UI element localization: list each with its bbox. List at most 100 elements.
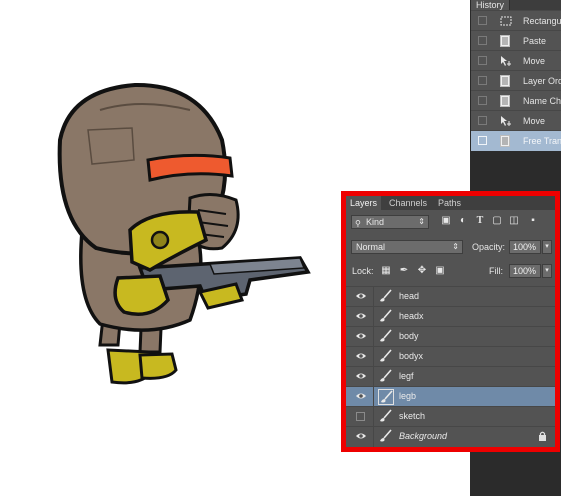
- lock-all-icon[interactable]: ▣: [434, 265, 446, 277]
- tab-history[interactable]: History: [471, 0, 511, 10]
- document-icon: [500, 75, 510, 87]
- eye-icon[interactable]: [355, 291, 367, 301]
- history-item-label: Free Transform: [523, 136, 561, 146]
- tab-layers[interactable]: Layers: [346, 196, 382, 210]
- image-filter-icon[interactable]: ▣: [440, 215, 452, 227]
- filter-toggle-icon[interactable]: ▪: [528, 215, 538, 227]
- lock-image-icon[interactable]: ✒: [398, 265, 410, 277]
- tab-channels[interactable]: Channels: [385, 196, 431, 210]
- history-item[interactable]: Free Transform: [471, 130, 561, 151]
- brush-icon: [378, 289, 394, 305]
- brush-icon: [378, 329, 394, 345]
- history-item[interactable]: Paste: [471, 30, 561, 51]
- layer-name[interactable]: legf: [399, 371, 414, 381]
- divider: [373, 327, 374, 347]
- history-item-label: Paste: [523, 36, 547, 46]
- shape-filter-icon[interactable]: ▢: [491, 215, 503, 227]
- history-item[interactable]: Layer Order: [471, 70, 561, 91]
- blend-mode-value: Normal: [356, 242, 386, 252]
- layer-row-sketch[interactable]: sketch: [346, 406, 555, 427]
- layer-row-bodyx[interactable]: bodyx: [346, 346, 555, 367]
- layers-panel-highlight: Layers Channels Paths ⚲ Kind ⇕ ▣ ◐ T ▢ ◫…: [341, 191, 560, 452]
- history-snapshot-checkbox[interactable]: [478, 116, 487, 125]
- brush-icon: [378, 369, 394, 385]
- eye-icon[interactable]: [355, 371, 367, 381]
- document-icon: [500, 95, 510, 107]
- blend-mode-select[interactable]: Normal ⇕: [351, 240, 463, 254]
- history-item-label: Layer Order: [523, 76, 561, 86]
- updown-arrow-icon: ⇕: [418, 217, 425, 226]
- history-snapshot-checkbox[interactable]: [478, 76, 487, 85]
- eye-icon[interactable]: [355, 311, 367, 321]
- layers-tabbar: Layers Channels Paths: [346, 196, 555, 210]
- opacity-field[interactable]: 100%: [509, 240, 541, 254]
- history-snapshot-checkbox[interactable]: [478, 36, 487, 45]
- eye-icon[interactable]: [355, 331, 367, 341]
- divider: [373, 427, 374, 447]
- fill-field[interactable]: 100%: [509, 264, 541, 278]
- divider: [373, 407, 374, 427]
- brush-icon: [378, 409, 394, 425]
- brush-icon: [378, 429, 394, 445]
- divider: [373, 307, 374, 327]
- layers-panel: Layers Channels Paths ⚲ Kind ⇕ ▣ ◐ T ▢ ◫…: [346, 196, 555, 447]
- layer-name[interactable]: bodyx: [399, 351, 423, 361]
- brush-icon: [378, 349, 394, 365]
- history-snapshot-checkbox[interactable]: [478, 16, 487, 25]
- filter-kind-value: Kind: [366, 217, 385, 227]
- tab-paths[interactable]: Paths: [434, 196, 465, 210]
- fill-label: Fill:: [489, 266, 503, 276]
- rect-marquee-icon: [500, 15, 512, 27]
- layer-name[interactable]: headx: [399, 311, 424, 321]
- history-snapshot-checkbox[interactable]: [478, 96, 487, 105]
- history-item[interactable]: Name Change: [471, 90, 561, 111]
- visibility-toggle[interactable]: [356, 412, 365, 421]
- layer-row-legb[interactable]: legb: [346, 386, 555, 407]
- layer-name[interactable]: head: [399, 291, 419, 301]
- eye-icon[interactable]: [355, 391, 367, 401]
- layers-list: head headx body bodyx legf legb sketch Backgrou…: [346, 286, 555, 447]
- layer-row-head[interactable]: head: [346, 286, 555, 307]
- history-item-label: Name Change: [523, 96, 561, 106]
- filter-kind-select[interactable]: ⚲ Kind ⇕: [351, 215, 429, 229]
- history-item[interactable]: Move: [471, 50, 561, 71]
- fill-dropdown-icon[interactable]: ▾: [542, 264, 552, 278]
- divider: [373, 387, 374, 407]
- layer-name[interactable]: body: [399, 331, 419, 341]
- history-item-label: Move: [523, 56, 546, 66]
- divider: [373, 287, 374, 307]
- brush-icon: [378, 389, 394, 405]
- layer-row-body[interactable]: body: [346, 326, 555, 347]
- lock-icon: [538, 431, 547, 444]
- history-snapshot-checkbox[interactable]: [478, 136, 487, 145]
- history-snapshot-checkbox[interactable]: [478, 56, 487, 65]
- eye-icon[interactable]: [355, 351, 367, 361]
- layer-name[interactable]: legb: [399, 391, 416, 401]
- lock-transparent-icon[interactable]: ▦: [380, 265, 392, 277]
- updown-arrow-icon: ⇕: [452, 242, 459, 251]
- eye-icon[interactable]: [355, 431, 367, 441]
- search-icon: ⚲: [355, 219, 361, 228]
- smart-object-filter-icon[interactable]: ◫: [508, 215, 520, 227]
- divider: [373, 367, 374, 387]
- history-panel: History Rectangular... Paste Move Layer Ord…: [470, 0, 561, 151]
- opacity-label: Opacity:: [472, 242, 506, 252]
- opacity-dropdown-icon[interactable]: ▾: [542, 240, 552, 254]
- lock-position-icon[interactable]: ✥: [416, 265, 428, 277]
- layer-row-background[interactable]: Background: [346, 426, 555, 447]
- history-item-label: Rectangular...: [523, 16, 561, 26]
- layer-row-legf[interactable]: legf: [346, 366, 555, 387]
- history-item[interactable]: Move: [471, 110, 561, 131]
- divider: [373, 347, 374, 367]
- history-item-label: Move: [523, 116, 546, 126]
- layer-name[interactable]: sketch: [399, 411, 425, 421]
- brush-icon: [378, 309, 394, 325]
- layer-row-headx[interactable]: headx: [346, 306, 555, 327]
- adjustment-filter-icon[interactable]: ◐: [457, 215, 469, 227]
- history-item[interactable]: Rectangular...: [471, 10, 561, 31]
- document-icon: [500, 35, 510, 47]
- move-tool-icon: [500, 55, 511, 67]
- type-filter-icon[interactable]: T: [474, 215, 486, 227]
- document-icon: [500, 135, 510, 147]
- layer-name[interactable]: Background: [399, 431, 447, 441]
